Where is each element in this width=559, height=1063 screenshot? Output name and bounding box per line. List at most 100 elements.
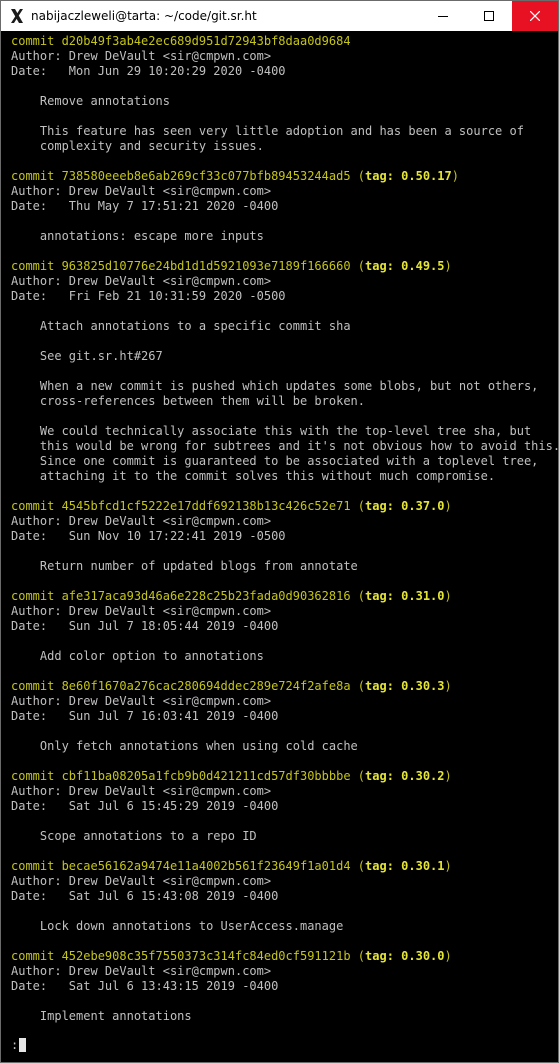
commit-message-line: Attach annotations to a specific commit … [11,319,351,333]
tag-close: ) [444,589,452,603]
commit-message-line: complexity and security issues. [11,139,264,153]
commit-message-line: This feature has seen very little adopti… [11,124,524,138]
tag-close: ) [451,169,459,183]
author-line: Author: Drew DeVault <sir@cmpwn.com> [11,784,272,798]
tag-label: tag: 0.37.0 [365,499,445,513]
commit-message-line: Only fetch annotations when using cold c… [11,739,358,753]
minimize-icon [438,16,448,17]
commit-hash: commit 738580eeeb8e6ab269cf33c077bfb8945… [11,169,351,183]
author-line: Author: Drew DeVault <sir@cmpwn.com> [11,604,272,618]
tag-label: tag: 0.30.3 [365,679,445,693]
maximize-button[interactable] [466,1,512,31]
tag-label: tag: 0.30.2 [365,769,445,783]
author-line: Author: Drew DeVault <sir@cmpwn.com> [11,49,272,63]
commit-message-line: When a new commit is pushed which update… [11,379,539,393]
date-line: Date: Mon Jun 29 10:20:29 2020 -0400 [11,64,286,78]
author-line: Author: Drew DeVault <sir@cmpwn.com> [11,694,272,708]
date-line: Date: Sat Jul 6 13:43:15 2019 -0400 [11,979,279,993]
commit-entry: commit becae56162a9474e11a4002b561f23649… [11,859,558,949]
date-line: Date: Fri Feb 21 10:31:59 2020 -0500 [11,289,286,303]
commit-message-line: Remove annotations [11,94,170,108]
tag-open: ( [350,499,366,513]
commit-hash: commit d20b49f3ab4e2ec689d951d72943bf8da… [11,34,351,48]
tag-open: ( [350,769,366,783]
commit-entry: commit cbf11ba08205a1fcb9b0d421211cd57df… [11,769,558,859]
pager-prompt[interactable]: : [11,1037,27,1052]
tag-close: ) [444,679,452,693]
x-terminal-icon [11,9,23,23]
author-line: Author: Drew DeVault <sir@cmpwn.com> [11,184,272,198]
commit-hash: commit 452ebe908c35f7550373c314fc84ed0cf… [11,949,351,963]
tag-label: tag: 0.30.1 [365,859,445,873]
commit-hash: commit 8e60f1670a276cac280694ddec289e724… [11,679,351,693]
commit-entry: commit afe317aca93d46a6e228c25b23fada0d9… [11,589,558,679]
commit-message-line: annotations: escape more inputs [11,229,264,243]
window-controls [420,1,558,31]
tag-open: ( [350,859,366,873]
tag-label: tag: 0.49.5 [365,259,445,273]
date-line: Date: Sun Jul 7 16:03:41 2019 -0400 [11,709,279,723]
commit-line: commit 738580eeeb8e6ab269cf33c077bfb8945… [11,169,558,184]
commit-entry: commit 963825d10776e24bd1d1d5921093e7189… [11,259,558,499]
commit-message-line: Lock down annotations to UserAccess.mana… [11,919,344,933]
terminal-output[interactable]: commit d20b49f3ab4e2ec689d951d72943bf8da… [1,31,558,1062]
commit-hash: commit 4545bfcd1cf5222e17ddf692138b13c42… [11,499,351,513]
commit-message-line: Add color option to annotations [11,649,264,663]
tag-open: ( [350,169,366,183]
author-line: Author: Drew DeVault <sir@cmpwn.com> [11,964,272,978]
commit-entry: commit 738580eeeb8e6ab269cf33c077bfb8945… [11,169,558,259]
author-line: Author: Drew DeVault <sir@cmpwn.com> [11,274,272,288]
commit-message-line: Implement annotations [11,1009,192,1023]
commit-hash: commit cbf11ba08205a1fcb9b0d421211cd57df… [11,769,351,783]
close-button[interactable] [512,1,558,31]
author-line: Author: Drew DeVault <sir@cmpwn.com> [11,514,272,528]
maximize-icon [484,11,494,21]
commit-message-line: Scope annotations to a repo ID [11,829,257,843]
commit-entry: commit 4545bfcd1cf5222e17ddf692138b13c42… [11,499,558,589]
commit-hash: commit afe317aca93d46a6e228c25b23fada0d9… [11,589,351,603]
text-cursor [19,1037,27,1052]
git-log: commit d20b49f3ab4e2ec689d951d72943bf8da… [1,31,558,1024]
commit-hash: commit becae56162a9474e11a4002b561f23649… [11,859,351,873]
commit-message-line: Since one commit is guaranteed to be ass… [11,454,539,468]
commit-line: commit afe317aca93d46a6e228c25b23fada0d9… [11,589,558,604]
tag-open: ( [350,679,366,693]
author-line: Author: Drew DeVault <sir@cmpwn.com> [11,874,272,888]
tag-open: ( [350,949,366,963]
date-line: Date: Sun Nov 10 17:22:41 2019 -0500 [11,529,286,543]
pager-prompt-text: : [11,1037,19,1052]
tag-label: tag: 0.31.0 [365,589,445,603]
tag-close: ) [444,769,452,783]
tag-close: ) [444,859,452,873]
tag-open: ( [350,589,366,603]
commit-hash: commit 963825d10776e24bd1d1d5921093e7189… [11,259,351,273]
title-bar[interactable]: nabijaczleweli@tarta: ~/code/git.sr.ht [1,1,558,31]
commit-line: commit 963825d10776e24bd1d1d5921093e7189… [11,259,558,274]
commit-line: commit 8e60f1670a276cac280694ddec289e724… [11,679,558,694]
date-line: Date: Sun Jul 7 18:05:44 2019 -0400 [11,619,279,633]
commit-message-line: attaching it to the commit solves this w… [11,469,496,483]
commit-message-line: Return number of updated blogs from anno… [11,559,358,573]
minimize-button[interactable] [420,1,466,31]
commit-entry: commit 8e60f1670a276cac280694ddec289e724… [11,679,558,769]
commit-message-line: cross-references between them will be br… [11,394,366,408]
tag-label: tag: 0.30.0 [365,949,445,963]
